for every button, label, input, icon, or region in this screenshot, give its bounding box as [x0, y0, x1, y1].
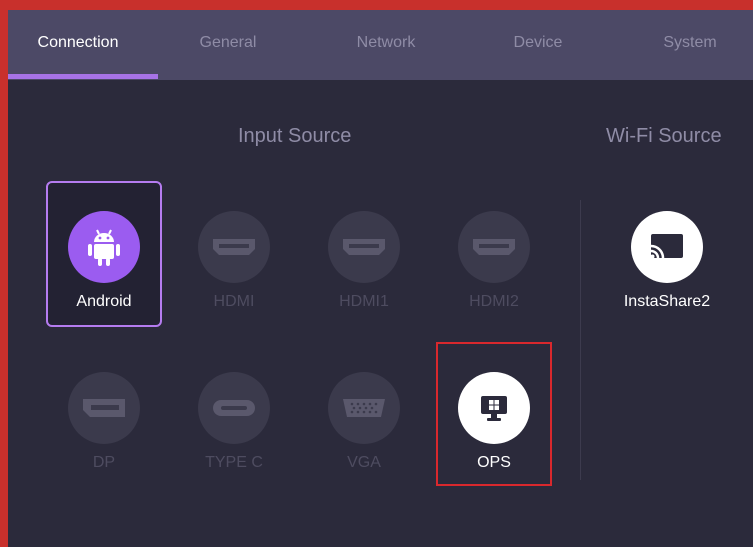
source-label: TYPE C	[205, 454, 263, 471]
source-tile-instashare2[interactable]: InstaShare2	[609, 181, 725, 327]
tab-device[interactable]: Device	[478, 34, 598, 58]
displayport-icon	[68, 372, 140, 444]
source-label: InstaShare2	[623, 293, 711, 310]
source-tile-hdmi1[interactable]: HDMI1	[306, 181, 422, 327]
source-label: HDMI2	[469, 293, 519, 310]
source-label: DP	[92, 454, 116, 471]
section-divider	[580, 200, 581, 480]
source-label: Android	[76, 293, 132, 310]
ops-highlight-box	[436, 342, 552, 486]
hdmi-port-icon	[198, 211, 270, 283]
source-tile-hdmi2[interactable]: HDMI2	[436, 181, 552, 327]
usb-c-port-icon	[198, 372, 270, 444]
source-label: HDMI	[213, 293, 255, 310]
android-icon	[68, 211, 140, 283]
source-tile-vga[interactable]: VGA	[306, 342, 422, 488]
vga-port-icon	[328, 372, 400, 444]
tab-system[interactable]: System	[630, 34, 750, 58]
source-tile-android[interactable]: Android	[46, 181, 162, 327]
source-tile-type-c[interactable]: TYPE C	[176, 342, 292, 488]
source-tile-dp[interactable]: DP	[46, 342, 162, 488]
cast-icon	[631, 211, 703, 283]
hdmi-port-icon	[458, 211, 530, 283]
tab-connection[interactable]: Connection	[18, 34, 138, 58]
hdmi-port-icon	[328, 211, 400, 283]
wifi-source-heading: Wi-Fi Source	[606, 125, 722, 147]
active-tab-indicator	[8, 74, 158, 79]
source-tile-hdmi[interactable]: HDMI	[176, 181, 292, 327]
tab-network[interactable]: Network	[326, 34, 446, 58]
source-label: HDMI1	[339, 293, 389, 310]
tab-bar: Connection General Network Device System	[8, 10, 753, 80]
settings-window: Connection General Network Device System…	[8, 10, 753, 547]
input-source-heading: Input Source	[238, 125, 352, 147]
source-label: VGA	[347, 454, 381, 471]
tab-general[interactable]: General	[168, 34, 288, 58]
